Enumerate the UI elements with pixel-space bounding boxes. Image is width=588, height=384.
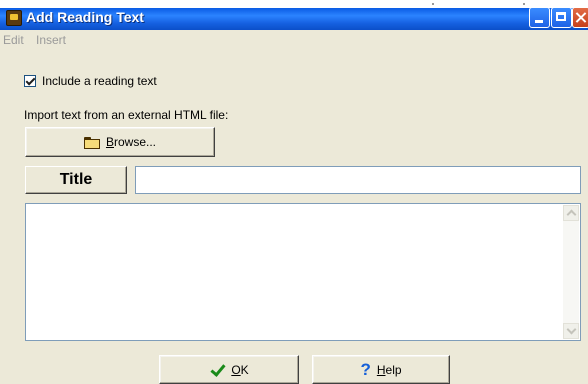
help-button[interactable]: ? Help (312, 355, 450, 384)
browse-label: Browse... (105, 135, 157, 149)
title-bar[interactable]: Add Reading Text (0, 7, 588, 30)
scroll-down-icon[interactable] (563, 323, 579, 339)
maximize-button[interactable] (551, 7, 572, 28)
window-title: Add Reading Text (26, 9, 144, 25)
include-reading-text-checkbox[interactable] (24, 75, 36, 87)
minimize-icon (530, 8, 549, 27)
desktop-dot (523, 3, 525, 5)
help-label: Help (376, 362, 402, 377)
import-label: Import text from an external HTML file: (24, 108, 229, 122)
menu-bar: Edit Insert (0, 31, 588, 49)
include-reading-text-label[interactable]: Include a reading text (42, 74, 157, 88)
app-icon[interactable] (6, 10, 22, 26)
menu-edit[interactable]: Edit (3, 33, 24, 47)
title-input[interactable] (135, 166, 581, 194)
browse-button[interactable]: Browse... (25, 127, 215, 157)
close-icon (573, 8, 588, 27)
title-label: Title (25, 166, 127, 194)
vertical-scrollbar[interactable] (563, 205, 579, 339)
ok-button[interactable]: OK (159, 355, 299, 384)
folder-icon (83, 136, 100, 149)
check-icon (209, 363, 225, 377)
close-button[interactable] (572, 7, 588, 28)
desktop-strip (0, 0, 588, 8)
ok-label: OK (231, 362, 249, 377)
reading-text-area[interactable] (25, 203, 581, 341)
maximize-icon (552, 8, 571, 27)
menu-insert[interactable]: Insert (36, 33, 66, 47)
scroll-up-icon[interactable] (563, 205, 579, 221)
question-icon: ? (360, 359, 371, 379)
desktop-dot (432, 3, 434, 5)
minimize-button[interactable] (529, 7, 550, 28)
